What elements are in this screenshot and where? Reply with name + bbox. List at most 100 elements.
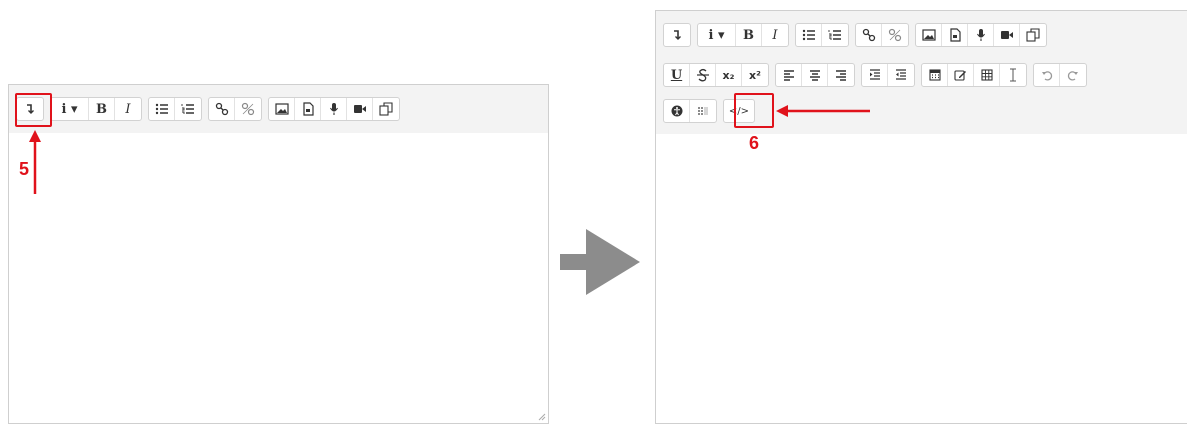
link-button[interactable] [209,98,235,120]
collapse-toolbar-button[interactable] [664,24,690,46]
media-group [268,97,400,121]
list-group [148,97,202,121]
italic-button[interactable]: I [762,24,788,46]
step-6-highlight [734,93,774,128]
media-group [915,23,1047,47]
image-button[interactable] [916,24,942,46]
redo-button[interactable] [1060,64,1086,86]
unordered-list-button[interactable] [149,98,175,120]
accessibility-group [663,99,717,123]
left-editor: i ▾ B I [8,84,549,424]
record-audio-icon [329,103,338,115]
italic-button[interactable]: I [115,98,141,120]
indent-icon [869,69,880,80]
text-decoration-group: U x₂ x² [663,63,769,87]
collapse-toolbar-icon [674,30,681,40]
record-video-button[interactable] [994,24,1020,46]
left-toolbar-row: i ▾ B I [16,97,400,121]
underline-button[interactable]: U [664,64,690,86]
unlink-icon [241,102,255,116]
link-group [208,97,262,121]
undo-button[interactable] [1034,64,1060,86]
unordered-list-icon [802,29,815,41]
media-button[interactable] [295,98,321,120]
link-icon [862,28,875,42]
step-6-label: 6 [749,133,760,153]
indent-button[interactable] [862,64,888,86]
outdent-icon [896,69,906,80]
screenreader-helper-button[interactable] [690,100,716,122]
table-button[interactable] [974,64,1000,86]
superscript-button[interactable]: x² [742,64,768,86]
right-editor-text-area[interactable] [656,134,1187,423]
record-video-icon [1000,31,1013,39]
alignment-group [775,63,855,87]
align-left-icon [783,70,794,81]
toolbar-toggle-group [663,23,691,47]
transition-arrow-icon [560,229,640,295]
align-right-icon [836,70,846,81]
history-group [1033,63,1087,87]
step-5-label: 5 [19,159,30,179]
paragraph-styles-button[interactable]: i ▾ [698,24,736,46]
equation-button[interactable] [922,64,948,86]
align-left-button[interactable] [776,64,802,86]
text-style-group: i ▾ B I [697,23,789,47]
outdent-button[interactable] [888,64,914,86]
step-6-arrow [776,105,870,117]
manage-files-icon [1026,28,1040,42]
left-editor-text-area[interactable] [9,133,548,423]
clear-formatting-button[interactable] [1000,64,1026,86]
record-audio-icon [976,29,985,41]
ordered-list-button[interactable] [822,24,848,46]
table-icon [980,69,993,81]
left-toolbar: i ▾ B I [9,85,548,134]
image-icon [274,103,289,115]
align-center-button[interactable] [802,64,828,86]
right-toolbar-row-2: U x₂ x² [663,63,1087,87]
record-video-button[interactable] [347,98,373,120]
indent-group [861,63,915,87]
calculator-icon [928,69,941,81]
strikethrough-button[interactable] [690,64,716,86]
record-audio-button[interactable] [968,24,994,46]
unlink-button[interactable] [882,24,908,46]
ordered-list-icon [181,104,194,114]
unlink-button[interactable] [235,98,261,120]
record-audio-button[interactable] [321,98,347,120]
unlink-icon [888,28,902,42]
media-icon [949,28,961,42]
strikethrough-icon [696,68,709,82]
subscript-button[interactable]: x₂ [716,64,742,86]
image-button[interactable] [269,98,295,120]
unordered-list-button[interactable] [796,24,822,46]
media-icon [302,102,314,116]
edit-button[interactable] [948,64,974,86]
link-button[interactable] [856,24,882,46]
paragraph-styles-button[interactable]: i ▾ [51,98,89,120]
accessibility-icon [671,105,682,117]
bold-button[interactable]: B [736,24,762,46]
accessibility-checker-button[interactable] [664,100,690,122]
manage-files-icon [379,102,393,116]
media-button[interactable] [942,24,968,46]
undo-icon [1041,71,1052,81]
manage-files-button[interactable] [1020,24,1046,46]
right-toolbar-row-1: i ▾ B I [663,23,1047,47]
link-group [855,23,909,47]
right-editor: i ▾ B I U x₂ x² </> [655,10,1187,424]
align-right-button[interactable] [828,64,854,86]
bold-button[interactable]: B [89,98,115,120]
redo-icon [1067,71,1078,81]
insert-group [921,63,1027,87]
unordered-list-icon [155,103,168,115]
step-5-arrow [29,130,41,194]
manage-files-button[interactable] [373,98,399,120]
text-style-group: i ▾ B I [50,97,142,121]
link-icon [215,102,228,116]
list-group [795,23,849,47]
screenreader-icon [698,107,708,115]
image-icon [921,29,936,41]
ordered-list-button[interactable] [175,98,201,120]
edit-icon [954,70,966,81]
